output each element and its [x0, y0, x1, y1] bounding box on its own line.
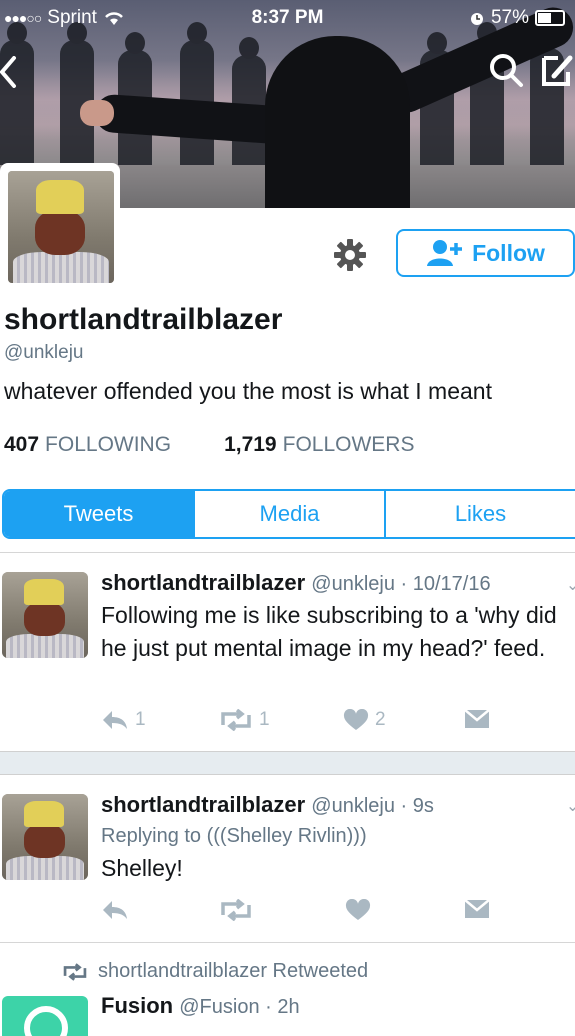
dm-button[interactable]: [464, 709, 490, 729]
compose-button[interactable]: [540, 52, 575, 93]
retweet-notice-text: shortlandtrailblazer Retweeted: [98, 960, 369, 982]
add-user-icon: [427, 240, 463, 266]
fusion-avatar[interactable]: [2, 996, 88, 1036]
search-icon: [490, 54, 523, 87]
retweet-button[interactable]: [219, 899, 253, 921]
tweet-header: shortlandtrailblazer @unkleju · 9s: [101, 792, 434, 818]
profile-handle: @unkleju: [4, 342, 84, 363]
tweet-meta: @unkleju · 9s: [311, 795, 434, 817]
divider: [0, 552, 575, 553]
tweet-text: Following me is like subscribing to a 'w…: [101, 602, 557, 661]
divider: [0, 942, 575, 943]
dm-icon: [464, 899, 490, 918]
fusion-logo: [24, 1006, 68, 1036]
profile-avatar[interactable]: [0, 163, 120, 285]
tweet-author-name: shortlandtrailblazer: [101, 792, 306, 817]
avatar-photo: [8, 171, 114, 283]
tweet-author-name: shortlandtrailblazer: [101, 570, 306, 595]
profile-counts: 407 FOLLOWING 1,719 FOLLOWERS: [4, 433, 414, 457]
like-button[interactable]: 2: [343, 709, 386, 731]
section-gap: [0, 751, 575, 775]
reply-button[interactable]: 1: [101, 709, 146, 731]
retweet-button[interactable]: 1: [219, 709, 270, 731]
follow-label: Follow: [472, 239, 545, 266]
tweet-avatar[interactable]: [2, 572, 88, 658]
chevron-down-icon[interactable]: ⌄: [566, 796, 575, 816]
alarm-icon: [470, 13, 483, 25]
tweet-header: Fusion @Fusion · 2h: [101, 993, 300, 1019]
compose-icon: [542, 55, 573, 86]
retweet-icon: [221, 709, 251, 731]
dm-icon: [464, 709, 490, 728]
tweet-meta: @unkleju · 10/17/16: [311, 573, 491, 595]
header-hand: [80, 100, 114, 126]
retweet-count: 1: [259, 709, 270, 730]
chevron-down-icon[interactable]: ⌄: [566, 575, 575, 595]
header-hooded-figure: [265, 36, 410, 208]
tweet-meta: @Fusion · 2h: [179, 996, 300, 1018]
battery-percent: 57%: [490, 7, 529, 28]
profile-tabs: Tweets Media Likes: [2, 489, 575, 539]
tweet-text: Shelley!: [101, 855, 183, 881]
status-bar: ●●●○○ Sprint 8:37 PM 57%: [0, 0, 575, 36]
tab-likes[interactable]: Likes: [386, 491, 575, 537]
followers-count: 1,719: [224, 433, 277, 456]
like-count: 2: [375, 709, 386, 730]
reply-button[interactable]: [101, 899, 129, 921]
profile-bio: whatever offended you the most is what I…: [4, 378, 492, 404]
tweet-actions: 1 1 2: [101, 709, 521, 739]
dm-button[interactable]: [464, 899, 490, 919]
following-label: FOLLOWING: [45, 433, 172, 456]
followers-count-link[interactable]: 1,719 FOLLOWERS: [224, 433, 414, 457]
tab-tweets[interactable]: Tweets: [4, 491, 195, 537]
status-right: 57%: [469, 7, 565, 29]
tweet-author-name: Fusion: [101, 993, 174, 1018]
search-button[interactable]: [488, 52, 524, 93]
followers-label: FOLLOWERS: [282, 433, 415, 456]
reply-count: 1: [135, 709, 146, 730]
like-icon: [343, 709, 369, 730]
tweet-actions: [101, 899, 521, 929]
following-count: 407: [4, 433, 40, 456]
tweet-header: shortlandtrailblazer @unkleju · 10/17/16: [101, 570, 491, 596]
follow-button[interactable]: Follow: [396, 229, 575, 277]
profile-name: shortlandtrailblazer: [4, 303, 283, 336]
reply-icon: [103, 901, 127, 919]
retweet-notice: shortlandtrailblazer Retweeted: [62, 960, 368, 983]
reply-icon: [103, 711, 127, 729]
replying-to[interactable]: Replying to (((Shelley Rivlin))): [101, 825, 367, 848]
like-icon: [345, 899, 371, 920]
like-button[interactable]: [345, 899, 371, 921]
settings-button[interactable]: [333, 238, 367, 277]
tweet-avatar[interactable]: [2, 794, 88, 880]
retweet-icon: [63, 962, 87, 981]
gear-icon: [334, 239, 366, 271]
back-button[interactable]: [0, 56, 18, 93]
retweet-icon: [221, 899, 251, 921]
back-chevron-icon: [0, 56, 16, 88]
tab-media[interactable]: Media: [195, 491, 386, 537]
following-count-link[interactable]: 407 FOLLOWING: [4, 433, 171, 457]
battery-icon: [535, 10, 565, 26]
